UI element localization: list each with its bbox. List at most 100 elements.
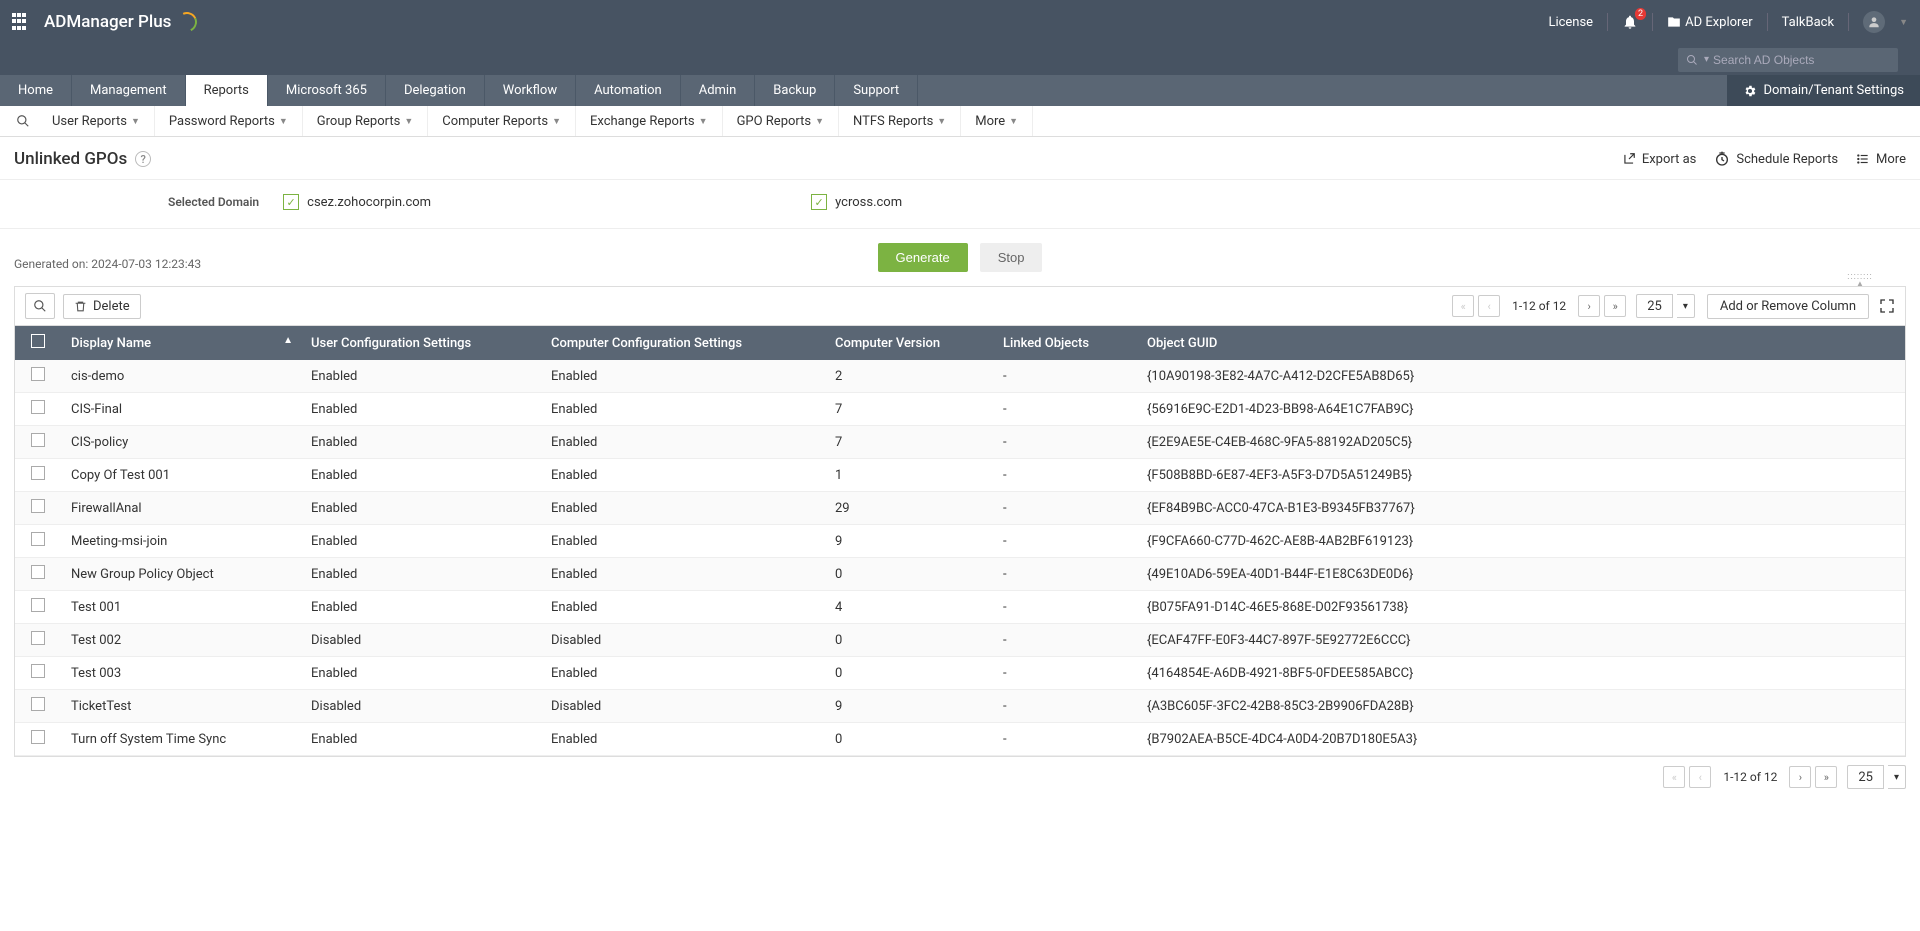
stop-button[interactable]: Stop <box>980 243 1043 272</box>
export-as-button[interactable]: Export as <box>1622 152 1697 167</box>
row-checkbox[interactable] <box>31 631 45 645</box>
pager-first-button[interactable]: « <box>1452 295 1474 317</box>
cell-display-name: CIS-Final <box>61 393 301 426</box>
folder-icon <box>1667 15 1681 29</box>
cell-display-name: Test 003 <box>61 657 301 690</box>
header-checkbox[interactable] <box>15 326 61 360</box>
ad-explorer-link[interactable]: AD Explorer <box>1667 15 1753 30</box>
row-checkbox[interactable] <box>31 433 45 447</box>
row-checkbox[interactable] <box>31 697 45 711</box>
cell-computer-config: Enabled <box>541 723 825 756</box>
cell-computer-version: 0 <box>825 723 993 756</box>
domain-checkbox[interactable]: ✓ycross.com <box>811 194 902 210</box>
subnav-item-ntfs-reports[interactable]: NTFS Reports ▼ <box>839 106 961 136</box>
page-size-dropdown[interactable]: ▾ <box>1677 294 1695 318</box>
search-input[interactable] <box>1713 53 1890 67</box>
row-checkbox[interactable] <box>31 532 45 546</box>
domain-tenant-settings-button[interactable]: Domain/Tenant Settings <box>1727 75 1920 106</box>
cell-linked-objects: - <box>993 723 1137 756</box>
pager-next-button[interactable]: › <box>1789 766 1811 788</box>
cell-object-guid: {56916E9C-E2D1-4D23-BB98-A64E1C7FAB9C} <box>1137 393 1905 426</box>
schedule-reports-button[interactable]: Schedule Reports <box>1714 151 1838 167</box>
apps-icon[interactable] <box>12 13 30 31</box>
add-remove-column-button[interactable]: Add or Remove Column <box>1707 294 1869 319</box>
mainnav-item-delegation[interactable]: Delegation <box>386 75 485 106</box>
subnav-item-password-reports[interactable]: Password Reports ▼ <box>155 106 303 136</box>
mainnav-item-home[interactable]: Home <box>0 75 72 106</box>
mainnav-item-support[interactable]: Support <box>835 75 918 106</box>
pager-last-button[interactable]: » <box>1604 295 1626 317</box>
row-checkbox[interactable] <box>31 367 45 381</box>
subnav-item-exchange-reports[interactable]: Exchange Reports ▼ <box>576 106 723 136</box>
mainnav-item-reports[interactable]: Reports <box>186 75 268 106</box>
cell-object-guid: {A3BC605F-3FC2-42B8-85C3-2B9906FDA28B} <box>1137 690 1905 723</box>
cell-user-config: Enabled <box>301 393 541 426</box>
chevron-down-icon[interactable]: ▼ <box>1899 17 1908 28</box>
cell-computer-config: Enabled <box>541 525 825 558</box>
subnav: User Reports ▼Password Reports ▼Group Re… <box>0 106 1920 137</box>
license-link[interactable]: License <box>1548 15 1593 30</box>
page-size-value[interactable]: 25 <box>1847 765 1884 789</box>
table-row: New Group Policy ObjectEnabledEnabled0-{… <box>15 558 1905 591</box>
subnav-item-user-reports[interactable]: User Reports ▼ <box>38 106 155 136</box>
col-linked-objects[interactable]: Linked Objects <box>993 326 1137 360</box>
pager-prev-button[interactable]: ‹ <box>1478 295 1500 317</box>
mainnav-item-workflow[interactable]: Workflow <box>485 75 576 106</box>
cell-object-guid: {F9CFA660-C77D-462C-AE8B-4AB2BF619123} <box>1137 525 1905 558</box>
page-size-value[interactable]: 25 <box>1636 294 1673 318</box>
row-checkbox[interactable] <box>31 565 45 579</box>
mainnav-item-backup[interactable]: Backup <box>755 75 835 106</box>
pager-first-button[interactable]: « <box>1663 766 1685 788</box>
subnav-item-gpo-reports[interactable]: GPO Reports ▼ <box>723 106 839 136</box>
subnav-item-more[interactable]: More ▼ <box>961 106 1033 136</box>
mainnav-item-microsoft-365[interactable]: Microsoft 365 <box>268 75 386 106</box>
subnav-search-icon[interactable] <box>8 114 38 128</box>
row-checkbox[interactable] <box>31 466 45 480</box>
more-button[interactable]: More <box>1856 152 1906 167</box>
row-checkbox[interactable] <box>31 664 45 678</box>
table-search-button[interactable] <box>25 293 55 319</box>
subnav-item-computer-reports[interactable]: Computer Reports ▼ <box>428 106 576 136</box>
cell-object-guid: {B075FA91-D14C-46E5-868E-D02F93561738} <box>1137 591 1905 624</box>
row-checkbox[interactable] <box>31 598 45 612</box>
mainnav-item-management[interactable]: Management <box>72 75 186 106</box>
cell-user-config: Disabled <box>301 624 541 657</box>
pager-next-button[interactable]: › <box>1578 295 1600 317</box>
delete-button[interactable]: Delete <box>63 294 141 319</box>
product-logo[interactable]: ADManager Plus <box>44 12 197 32</box>
generate-row: Generate Stop Generated on: 2024-07-03 1… <box>0 229 1920 280</box>
cell-object-guid: {ECAF47FF-E0F3-44C7-897F-5E92772E6CCC} <box>1137 624 1905 657</box>
cell-computer-config: Enabled <box>541 591 825 624</box>
domain-checkbox[interactable]: ✓csez.zohocorpin.com <box>283 194 431 210</box>
col-computer-version[interactable]: Computer Version <box>825 326 993 360</box>
subnav-item-group-reports[interactable]: Group Reports ▼ <box>303 106 428 136</box>
cell-linked-objects: - <box>993 690 1137 723</box>
global-search[interactable]: ▾ <box>1678 48 1898 72</box>
mainnav-item-automation[interactable]: Automation <box>576 75 681 106</box>
pager-range-text: 1-12 of 12 <box>1715 770 1785 784</box>
pager-prev-button[interactable]: ‹ <box>1689 766 1711 788</box>
cell-linked-objects: - <box>993 426 1137 459</box>
help-icon[interactable]: ? <box>135 151 151 167</box>
cell-linked-objects: - <box>993 360 1137 393</box>
page-size-dropdown[interactable]: ▾ <box>1888 765 1906 789</box>
collapse-handle[interactable]: :::::::: ▲ <box>1830 276 1890 286</box>
fullscreen-button[interactable] <box>1879 298 1895 314</box>
row-checkbox[interactable] <box>31 499 45 513</box>
cell-user-config: Enabled <box>301 426 541 459</box>
col-user-config[interactable]: User Configuration Settings <box>301 326 541 360</box>
cell-computer-version: 29 <box>825 492 993 525</box>
row-checkbox[interactable] <box>31 730 45 744</box>
col-object-guid[interactable]: Object GUID <box>1137 326 1905 360</box>
talkback-link[interactable]: TalkBack <box>1782 15 1834 30</box>
mainnav-item-admin[interactable]: Admin <box>681 75 756 106</box>
col-display-name[interactable]: Display Name▲ <box>61 326 301 360</box>
user-menu-icon[interactable] <box>1863 11 1885 33</box>
notifications-icon[interactable]: 2 <box>1622 14 1638 30</box>
col-computer-config[interactable]: Computer Configuration Settings <box>541 326 825 360</box>
cell-display-name: Meeting-msi-join <box>61 525 301 558</box>
generate-button[interactable]: Generate <box>878 243 968 272</box>
cell-computer-version: 0 <box>825 624 993 657</box>
pager-last-button[interactable]: » <box>1815 766 1837 788</box>
row-checkbox[interactable] <box>31 400 45 414</box>
